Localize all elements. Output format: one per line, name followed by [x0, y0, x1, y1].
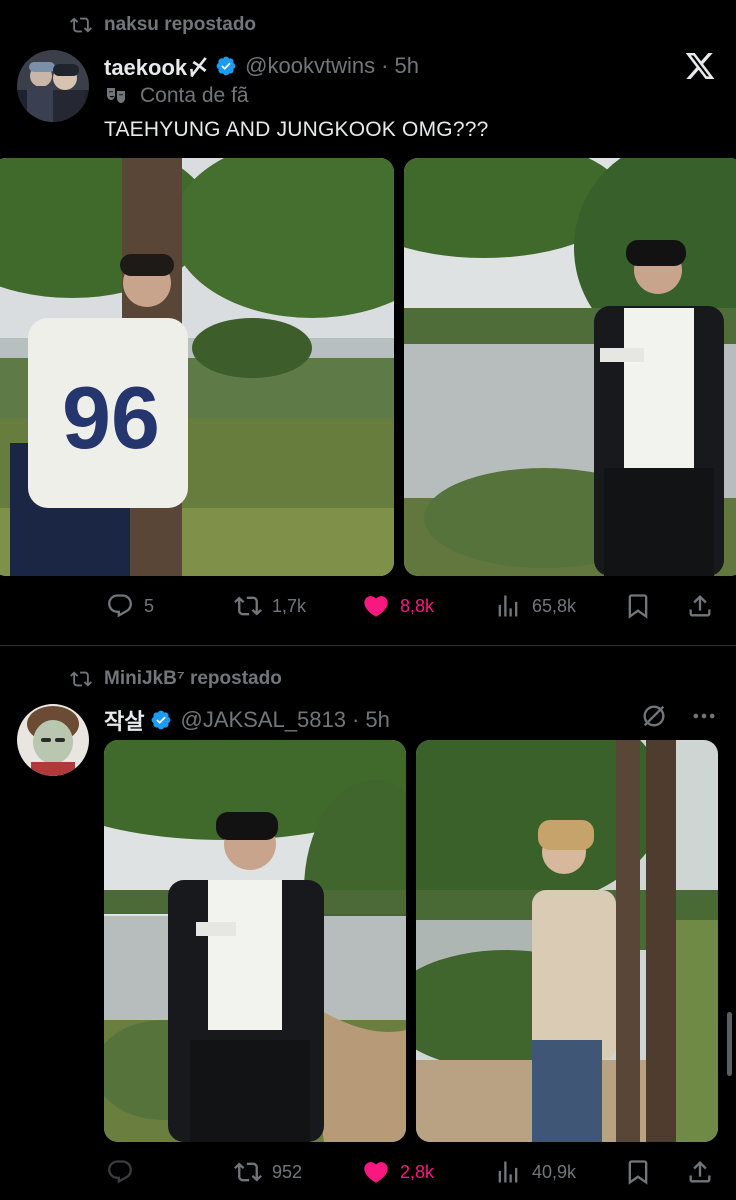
avatar[interactable]: [17, 50, 89, 122]
repost-indicator: naksu repostado: [68, 14, 256, 36]
like-icon: [364, 596, 388, 617]
bookmark-icon: [628, 594, 648, 619]
tweet-1[interactable]: naksu repostado taekook〆 @kookvtwins · 5…: [0, 0, 736, 645]
timestamp[interactable]: · 5h: [381, 53, 419, 79]
repost-button[interactable]: 952: [234, 1158, 302, 1186]
photo-image: [416, 740, 718, 1142]
reply-button[interactable]: 5: [106, 592, 154, 620]
like-count: 2,8k: [400, 1161, 435, 1182]
tweet-photo-1[interactable]: 96: [0, 158, 394, 576]
repost-icon: [234, 1162, 262, 1182]
avatar-image: [17, 50, 89, 122]
bookmark-icon: [628, 1160, 648, 1185]
scrollbar[interactable]: [727, 1012, 732, 1076]
action-bar: 952 2,8k 40,9k: [0, 1158, 736, 1188]
share-button[interactable]: [686, 1158, 714, 1186]
views-icon: [498, 595, 518, 617]
fan-account-text: Conta de fã: [140, 84, 249, 107]
views-button[interactable]: 65,8k: [494, 592, 576, 620]
verified-badge-icon: [152, 710, 171, 730]
more-icon[interactable]: [690, 702, 718, 730]
photo-image: [404, 158, 736, 576]
like-count: 8,8k: [400, 595, 435, 616]
views-button[interactable]: 40,9k: [494, 1158, 576, 1186]
author-row: taekook〆 @kookvtwins · 5h: [104, 50, 419, 82]
views-count: 40,9k: [532, 1161, 577, 1182]
reply-icon: [108, 594, 132, 618]
reply-count: 5: [144, 595, 155, 616]
x-logo-icon[interactable]: [684, 50, 716, 82]
share-icon: [689, 1161, 711, 1183]
bookmark-button[interactable]: [624, 1158, 652, 1186]
tweet-photo-2[interactable]: [416, 740, 718, 1142]
timestamp[interactable]: · 5h: [352, 707, 390, 733]
photo-image: 96: [0, 158, 394, 576]
repost-icon: [70, 671, 92, 687]
like-button[interactable]: 8,8k: [362, 592, 434, 620]
repost-label: MiniJkB⁷ repostado: [104, 668, 282, 689]
share-icon: [689, 595, 711, 617]
tweet-photo-1[interactable]: [104, 740, 406, 1142]
bookmark-button[interactable]: [624, 592, 652, 620]
repost-label: naksu repostado: [104, 14, 257, 35]
tweet-text: TAEHYUNG AND JUNGKOOK OMG???: [104, 118, 489, 141]
tweet-header-icons: [640, 702, 718, 730]
views-count: 65,8k: [532, 595, 577, 616]
like-button[interactable]: 2,8k: [362, 1158, 434, 1186]
repost-button[interactable]: 1,7k: [234, 592, 306, 620]
avatar-image: [17, 704, 89, 776]
views-icon: [498, 1161, 518, 1183]
reply-button[interactable]: [106, 1158, 144, 1186]
repost-indicator: MiniJkB⁷ repostado: [68, 668, 282, 690]
repost-count: 1,7k: [272, 595, 307, 616]
avatar[interactable]: [17, 704, 89, 776]
repost-count: 952: [272, 1161, 303, 1182]
tweet-photo-2[interactable]: [404, 158, 736, 576]
like-icon: [364, 1162, 388, 1183]
display-name[interactable]: taekook〆: [104, 50, 209, 82]
action-bar: 5 1,7k 8,8k 65,8k: [0, 592, 736, 622]
fan-account-label: Conta de fã: [104, 84, 249, 108]
photo-image: [104, 740, 406, 1142]
verified-badge-icon: [216, 56, 236, 76]
grok-icon[interactable]: [640, 702, 668, 730]
svg-text:96: 96: [62, 368, 160, 467]
reply-icon: [108, 1160, 132, 1184]
author-row: 작살 @JAKSAL_5813 · 5h: [104, 704, 390, 736]
share-button[interactable]: [686, 592, 714, 620]
handle[interactable]: @JAKSAL_5813: [180, 707, 345, 733]
handle[interactable]: @kookvtwins: [245, 53, 375, 79]
display-name[interactable]: 작살: [104, 704, 144, 736]
repost-icon: [234, 596, 262, 616]
repost-icon: [70, 17, 92, 33]
fan-account-icon: [107, 88, 125, 103]
tweet-2[interactable]: MiniJkB⁷ repostado 작살 @JAKSAL_5813 · 5h: [0, 646, 736, 1200]
